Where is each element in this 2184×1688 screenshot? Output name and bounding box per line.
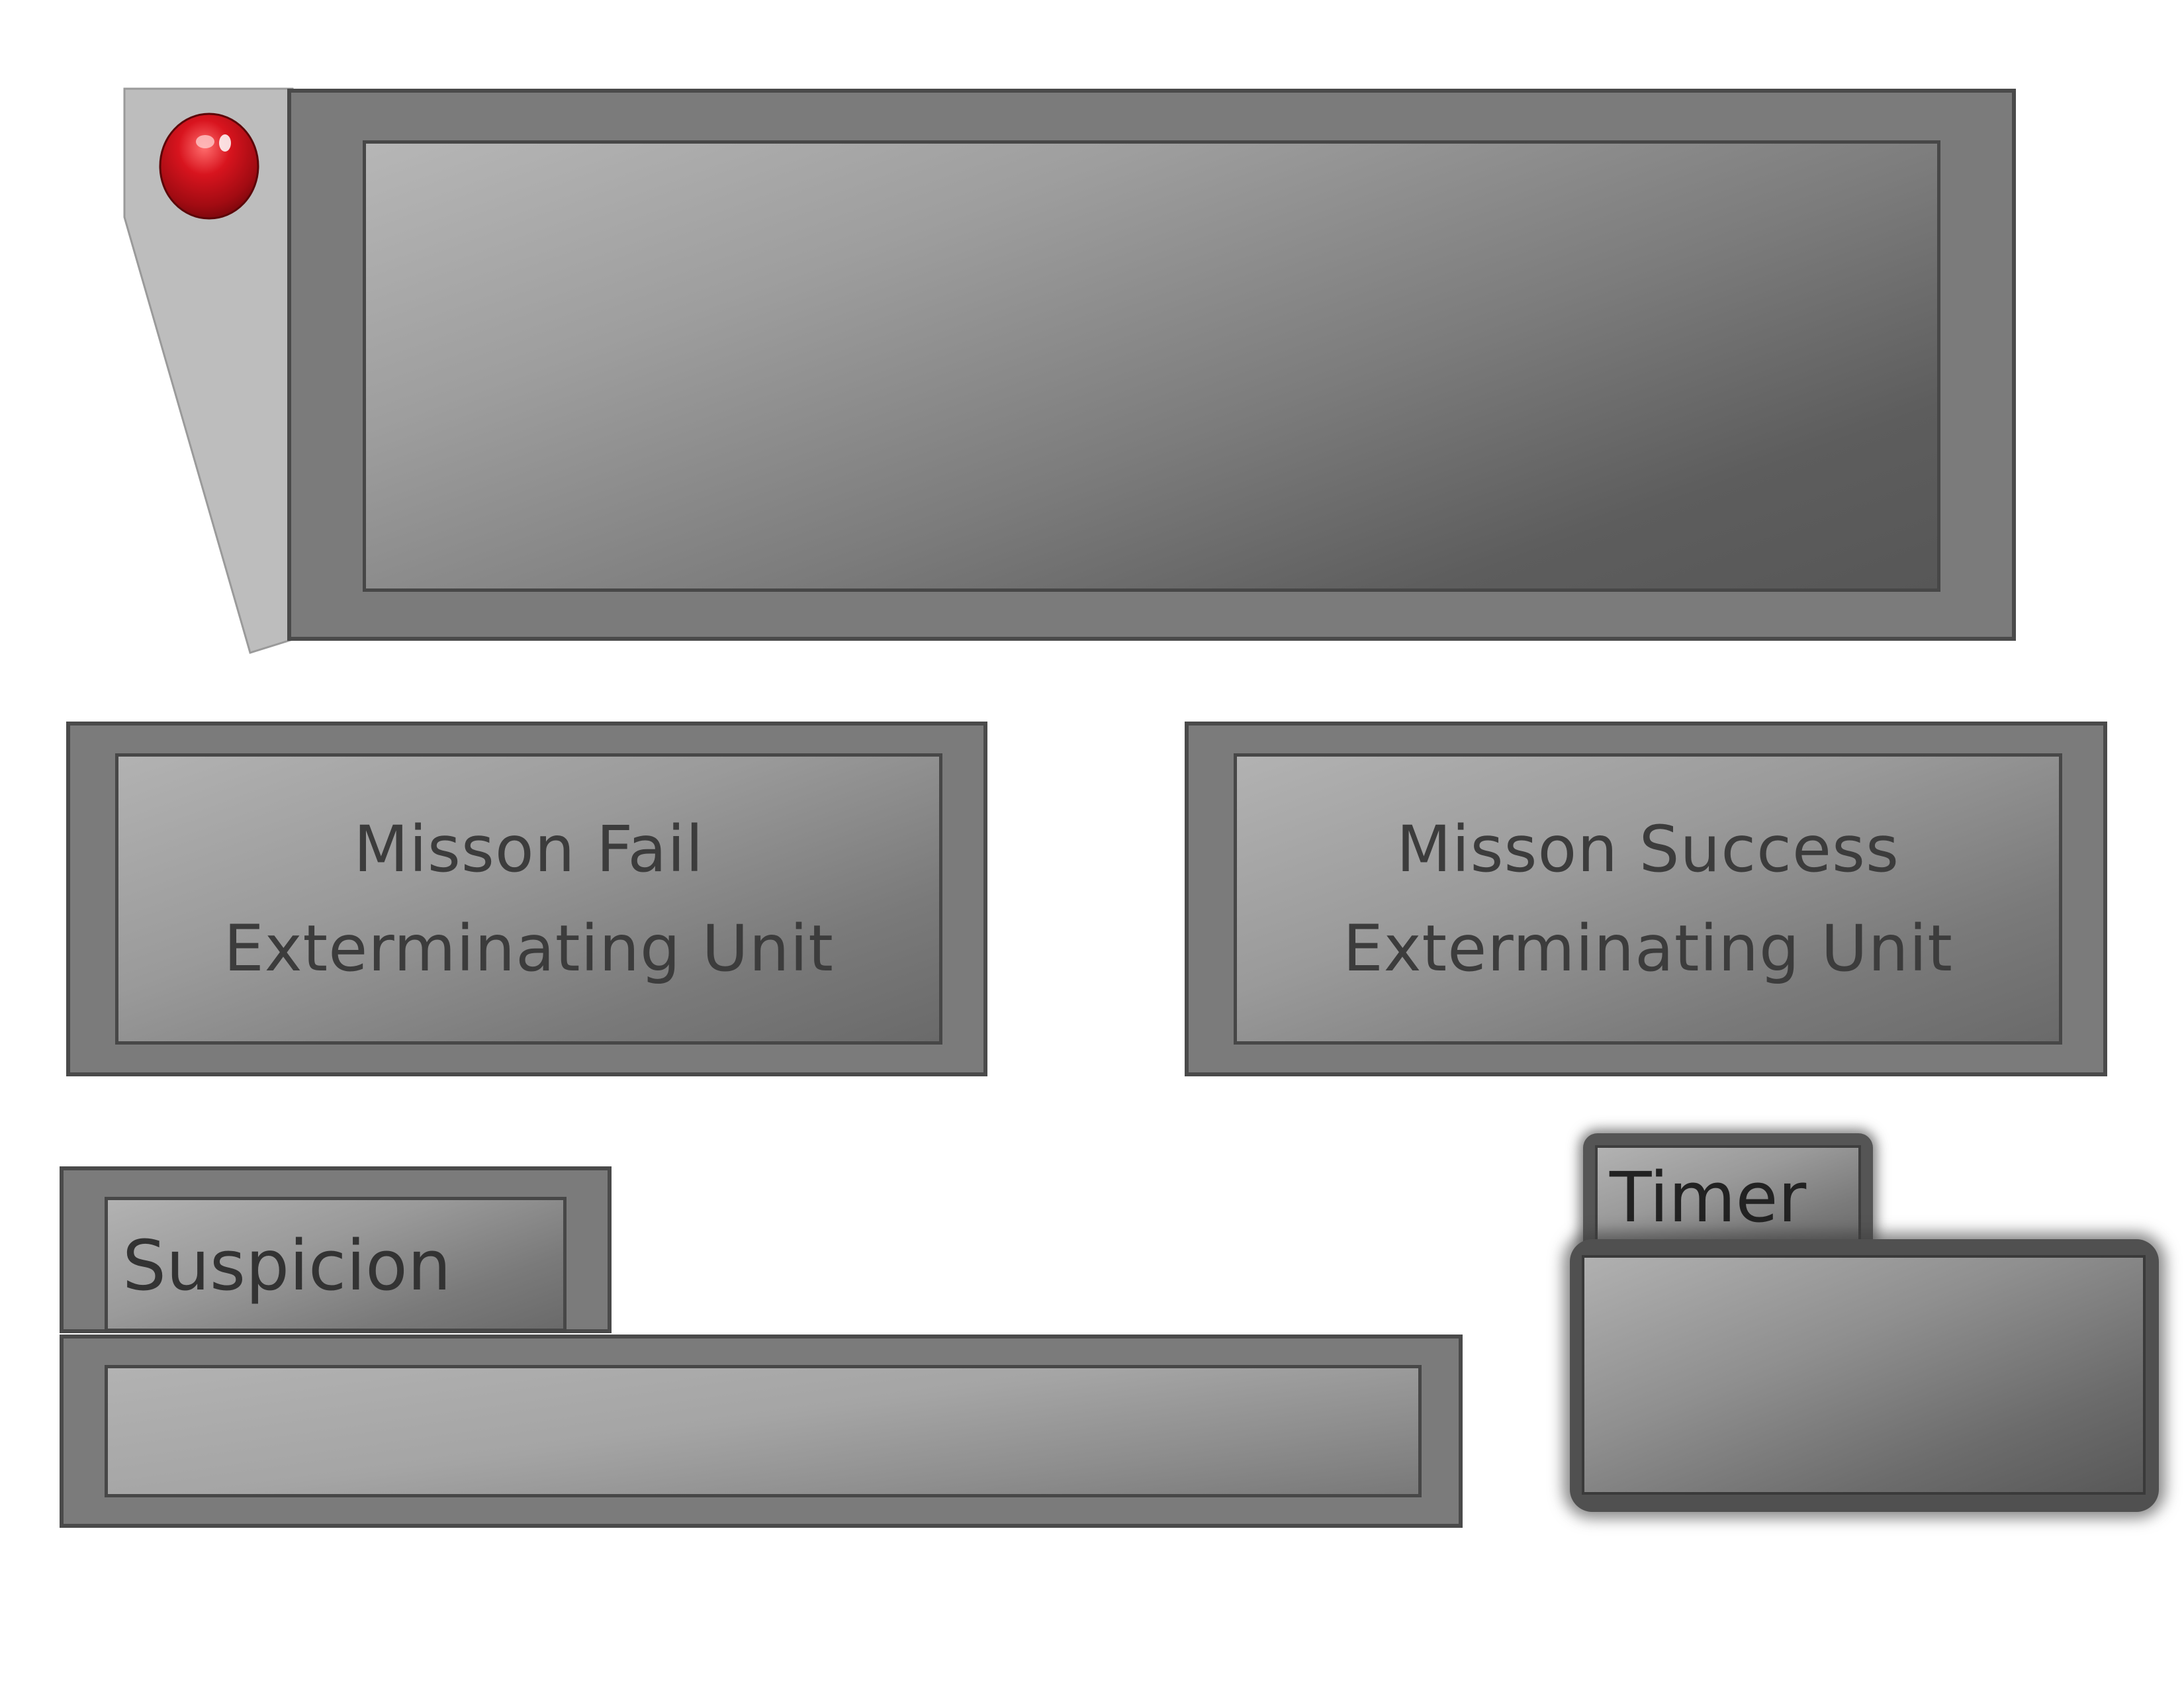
mission-fail-subtitle: Exterminating Unit xyxy=(224,912,834,986)
timer-label-tab: Timer xyxy=(1583,1133,1873,1255)
mission-success-title: Misson Success xyxy=(1396,812,1900,886)
timer-display-screen xyxy=(1582,1255,2146,1495)
red-alarm-light-icon xyxy=(159,113,259,220)
mission-fail-panel: Misson Fail Exterminating Unit xyxy=(66,722,987,1076)
timer-label: Timer xyxy=(1610,1157,1807,1238)
mission-fail-screen: Misson Fail Exterminating Unit xyxy=(115,753,942,1045)
timer-label-box: Timer xyxy=(1595,1145,1861,1251)
mission-success-panel: Misson Success Exterminating Unit xyxy=(1185,722,2107,1076)
suspicion-label: Suspicion xyxy=(122,1225,451,1306)
mission-success-subtitle: Exterminating Unit xyxy=(1343,912,1953,986)
mission-fail-title: Misson Fail xyxy=(353,812,704,886)
alarm-light xyxy=(159,113,259,220)
suspicion-label-box: Suspicion xyxy=(105,1197,567,1332)
timer-display-frame xyxy=(1570,1239,2159,1512)
main-display-screen xyxy=(363,140,1940,592)
suspicion-label-frame: Suspicion xyxy=(60,1166,612,1333)
main-display-panel xyxy=(287,89,2016,641)
mission-success-screen: Misson Success Exterminating Unit xyxy=(1234,753,2062,1045)
suspicion-meter-bar xyxy=(105,1365,1422,1497)
suspicion-meter-frame xyxy=(60,1335,1463,1528)
